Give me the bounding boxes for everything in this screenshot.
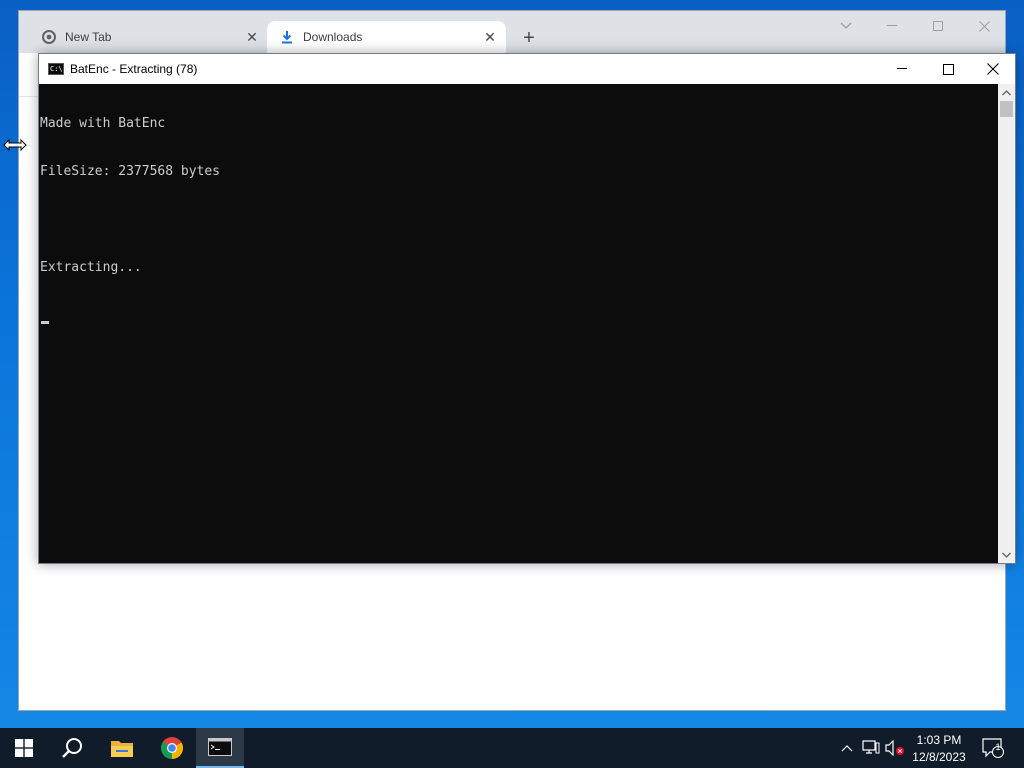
console-taskbar-button[interactable] — [196, 728, 244, 768]
maximize-button[interactable] — [925, 54, 971, 84]
new-tab-button[interactable]: + — [516, 25, 542, 51]
start-button[interactable] — [0, 728, 48, 768]
close-icon[interactable] — [961, 11, 1007, 41]
window-title: BatEnc - Extracting (78) — [70, 62, 198, 76]
text-cursor — [41, 321, 49, 324]
scroll-down-icon[interactable] — [998, 546, 1015, 563]
start-icon — [15, 739, 33, 757]
minimize-button[interactable] — [879, 54, 925, 84]
network-icon[interactable] — [860, 728, 882, 768]
file-explorer-icon — [111, 741, 133, 757]
tab-downloads[interactable]: Downloads ✕ — [267, 21, 506, 53]
console-output[interactable]: Made with BatEnc FileSize: 2377568 bytes… — [39, 84, 999, 563]
show-hidden-icons-icon[interactable] — [838, 728, 856, 768]
console-line: Extracting... — [40, 260, 142, 275]
console-titlebar[interactable]: C:\ BatEnc - Extracting (78) — [39, 54, 1015, 84]
clock-time: 1:03 PM — [916, 733, 962, 747]
search-button[interactable] — [48, 728, 96, 768]
tab-search-icon[interactable] — [823, 11, 869, 41]
console-icon — [208, 738, 232, 756]
chrome-icon — [41, 29, 57, 45]
maximize-icon — [942, 63, 954, 75]
vertical-scrollbar[interactable] — [998, 84, 1015, 563]
chrome-icon — [161, 737, 183, 759]
minimize-icon[interactable] — [869, 11, 915, 41]
tab-strip: New Tab ✕ Downloads ✕ + — [19, 11, 1005, 53]
console-line: Made with BatEnc — [40, 116, 166, 131]
console-line: FileSize: 2377568 bytes — [40, 164, 221, 179]
system-clock[interactable]: 1:03 PM 12/8/2023 — [906, 732, 972, 766]
tab-new-tab[interactable]: New Tab ✕ — [29, 21, 268, 53]
minimize-icon — [897, 68, 907, 69]
resize-cursor-icon — [3, 138, 27, 152]
scrollbar-thumb[interactable] — [1000, 101, 1013, 117]
console-line-cursor — [40, 308, 999, 324]
maximize-icon[interactable] — [915, 11, 961, 41]
close-icon — [987, 63, 999, 75]
tab-label: New Tab — [65, 30, 112, 44]
search-icon — [62, 738, 82, 758]
chrome-button[interactable] — [148, 728, 196, 768]
close-tab-icon[interactable]: ✕ — [480, 27, 500, 47]
download-icon — [279, 29, 295, 45]
tab-label: Downloads — [303, 30, 363, 44]
close-tab-icon[interactable]: ✕ — [242, 27, 262, 47]
clock-date: 12/8/2023 — [912, 750, 966, 764]
console-app-icon: C:\ — [48, 63, 64, 75]
close-button[interactable] — [970, 54, 1016, 84]
file-explorer-button[interactable] — [98, 728, 146, 768]
scroll-up-icon[interactable] — [998, 84, 1015, 101]
action-center-button[interactable]: 1 — [980, 728, 1006, 768]
taskbar: 1:03 PM 12/8/2023 1 — [0, 728, 1024, 768]
volume-muted-icon[interactable] — [884, 728, 906, 768]
notification-count: 1 — [995, 742, 1001, 752]
console-window: C:\ BatEnc - Extracting (78) Made with B… — [38, 53, 1016, 564]
